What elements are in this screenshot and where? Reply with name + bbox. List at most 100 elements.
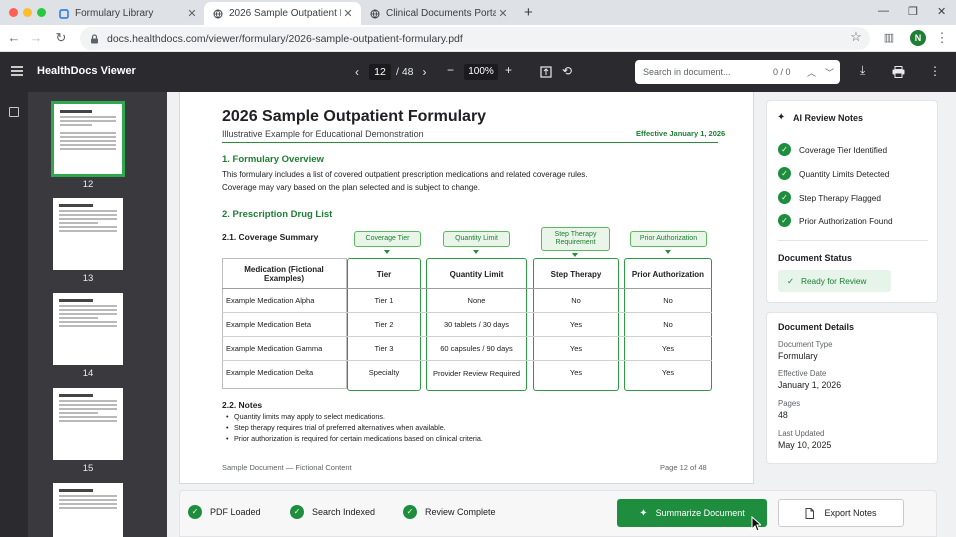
thumbnail-page-16[interactable] (53, 483, 123, 537)
status-pdf-loaded: ✓ PDF Loaded (188, 505, 261, 519)
previous-page-icon[interactable]: ‹ (355, 65, 359, 79)
review-item-label: Coverage Tier Identified (799, 144, 888, 155)
thumbnail-sidebar: 12 13 14 15 ▲ ▼ (28, 92, 167, 537)
paragraph-text: Coverage may vary based on the plan sele… (222, 183, 480, 192)
lock-icon (91, 33, 98, 43)
profile-avatar[interactable]: N (910, 30, 926, 46)
close-window-dot[interactable] (9, 8, 18, 17)
document-search-box[interactable]: Search in document... 0 / 0 ︿ ﹀ (635, 60, 840, 84)
paragraph-text: This formulary includes a list of covere… (222, 170, 588, 179)
side-panel-icon[interactable]: ▥ (881, 31, 897, 44)
bookmark-star-icon[interactable]: ☆ (848, 29, 864, 45)
table-cell-medication: Example Medication Delta (226, 367, 314, 377)
callout-arrow (473, 250, 479, 254)
thumbnails-toggle-icon[interactable] (9, 107, 19, 117)
check-circle-icon: ✓ (188, 505, 202, 519)
browser-tab-formulary-library[interactable]: Formulary Library ✕ (50, 2, 205, 25)
thumbnail-page-15[interactable] (53, 388, 123, 460)
status-badge-label: Ready for Review (800, 276, 867, 286)
thumbnail-page-12[interactable] (51, 101, 125, 177)
more-options-icon[interactable]: ⋮ (929, 64, 941, 78)
table-cell-quantity: Provider Review Required (432, 368, 521, 378)
search-placeholder: Search in document... (643, 67, 731, 77)
close-tab-icon[interactable]: ✕ (341, 7, 355, 20)
table-row-divider (222, 336, 712, 337)
status-review-complete: ✓ Review Complete (403, 505, 496, 519)
search-result-count: 0 / 0 (773, 67, 791, 77)
checkmark-icon: ✓ (787, 276, 794, 286)
note-item: Quantity limits may apply to select medi… (234, 412, 385, 421)
page-number-input[interactable]: 12 (369, 64, 391, 80)
window-restore-icon[interactable]: ❐ (908, 5, 918, 18)
table-cell-medication: Example Medication Beta (226, 319, 312, 329)
page-total: / 48 (396, 66, 414, 78)
review-item-label: Quantity Limits Detected (799, 168, 890, 179)
close-tab-icon[interactable]: ✕ (496, 7, 510, 20)
notes-heading: 2.2. Notes (222, 400, 263, 410)
thumbnail-page-number: 14 (82, 368, 94, 379)
document-details-title: Document Details (778, 322, 855, 332)
table-cell-tier: Tier 2 (374, 319, 394, 329)
status-search-indexed: ✓ Search Indexed (290, 505, 375, 519)
tab-title: Clinical Documents Portal (386, 8, 496, 19)
callout-quantity-limit: Quantity Limit (443, 231, 510, 247)
browser-menu-icon[interactable]: ⋮ (934, 30, 950, 46)
maximize-window-dot[interactable] (37, 8, 46, 17)
fit-page-icon[interactable] (540, 66, 552, 78)
status-label: Search Indexed (312, 507, 376, 517)
summarize-document-button[interactable]: ✦ Summarize Document (617, 499, 767, 527)
check-circle-icon: ✓ (778, 143, 791, 156)
table-cell-step-therapy: Yes (569, 319, 583, 329)
browser-tab-outpatient-formulary[interactable]: 2026 Sample Outpatient Formulary ✕ (204, 2, 361, 25)
zoom-level[interactable]: 100% (464, 64, 498, 80)
print-icon[interactable] (892, 66, 905, 78)
check-circle-icon: ✓ (290, 505, 304, 519)
url-text: docs.healthdocs.com/viewer/formulary/202… (107, 32, 463, 45)
window-minimize-icon[interactable]: — (878, 5, 889, 17)
check-circle-icon: ✓ (778, 191, 791, 204)
table-cell-quantity: 30 tablets / 30 days (443, 319, 510, 329)
download-icon[interactable]: ⤓ (860, 63, 865, 78)
window-close-icon[interactable]: ✕ (937, 5, 946, 18)
callout-step-therapy: Step Therapy Requirement (541, 227, 610, 251)
zoom-out-icon[interactable]: − (447, 63, 454, 77)
mouse-cursor-icon (751, 516, 761, 532)
zoom-in-icon[interactable]: + (505, 63, 512, 77)
review-item: ✓ Step Therapy Flagged (778, 191, 881, 204)
thumbnail-page-number: 12 (82, 179, 94, 190)
new-tab-plus-icon[interactable]: + (524, 4, 533, 21)
thumbnail-page-13[interactable] (53, 198, 123, 270)
previous-result-icon[interactable]: ︿ (807, 66, 816, 79)
summarize-button-label: Summarize Document (655, 508, 745, 518)
reload-icon[interactable]: ↻ (53, 30, 69, 46)
app-title: HealthDocs Viewer (37, 65, 136, 77)
table-header-cell: Quantity Limit (449, 269, 504, 279)
review-item: ✓ Prior Authorization Found (778, 214, 893, 227)
detail-label: Last Updated (778, 429, 825, 438)
table-row-divider (222, 288, 712, 289)
hamburger-menu-icon[interactable] (11, 66, 23, 76)
back-arrow-icon[interactable]: ← (6, 30, 22, 45)
ai-review-title: AI Review Notes (793, 113, 864, 123)
next-result-icon[interactable]: ﹀ (825, 66, 834, 79)
close-tab-icon[interactable]: ✕ (185, 7, 199, 20)
table-cell-prior-auth: No (663, 319, 673, 329)
browser-tab-clinical-portal[interactable]: Clinical Documents Portal ✕ (361, 2, 516, 25)
note-item: Step therapy requires trial of preferred… (234, 423, 446, 432)
next-page-icon[interactable]: › (423, 65, 427, 79)
address-bar[interactable]: docs.healthdocs.com/viewer/formulary/202… (80, 27, 870, 50)
document-status-title: Document Status (778, 253, 853, 263)
forward-arrow-icon[interactable]: → (28, 30, 44, 45)
table-cell-tier: Tier 3 (374, 343, 394, 353)
export-button-label: Export Notes (824, 508, 877, 518)
export-notes-button[interactable]: Export Notes (778, 499, 904, 527)
thumbnail-page-14[interactable] (53, 293, 123, 365)
document-title: 2026 Sample Outpatient Formulary (222, 108, 487, 125)
detail-value: Formulary (778, 351, 818, 361)
rotate-icon[interactable]: ⟲ (562, 64, 572, 78)
minimize-window-dot[interactable] (23, 8, 32, 17)
table-cell-quantity: 60 capsules / 90 days (440, 343, 513, 353)
note-bullet-icon: • (226, 434, 229, 443)
status-badge: ✓ Ready for Review (778, 270, 891, 292)
review-item: ✓ Quantity Limits Detected (778, 167, 889, 180)
